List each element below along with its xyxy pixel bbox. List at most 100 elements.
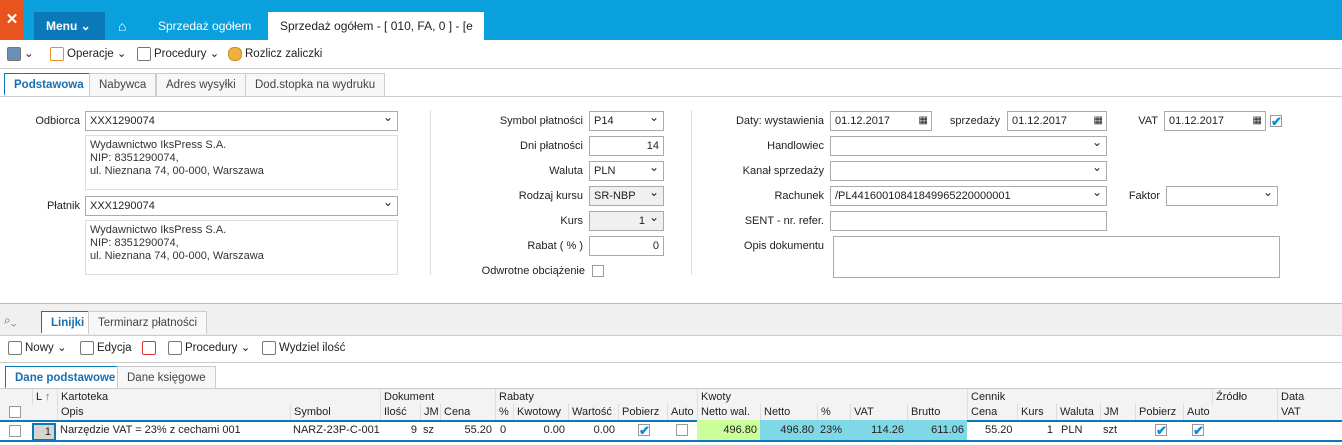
dni-input[interactable]: 14 — [589, 136, 664, 156]
menu-button[interactable]: Menu ⌄ — [34, 12, 105, 40]
tab-sprzedaz[interactable]: Sprzedaż ogółem — [158, 12, 251, 40]
cell-pobierz-checkbox[interactable]: ✔ — [638, 424, 650, 437]
tab-dane-podstawowe[interactable]: Dane podstawowe — [5, 366, 126, 389]
col-c-kurs[interactable]: Kurs — [1017, 404, 1056, 420]
tab-adres[interactable]: Adres wysyłki — [156, 73, 246, 96]
addr-line: NIP: 8351290074, — [90, 237, 179, 249]
platnik-select[interactable]: XXX1290074 — [85, 196, 398, 216]
coins-icon — [228, 46, 242, 61]
addr-line: Wydawnictwo IksPress S.A. — [90, 224, 227, 236]
col-brutto[interactable]: Brutto — [907, 404, 967, 420]
nowy-button[interactable]: Nowy ⌄ — [8, 338, 67, 358]
col-c-auto[interactable]: Auto — [1183, 404, 1212, 420]
rodzaj-label: Rodzaj kursu — [518, 190, 583, 202]
col-opis[interactable]: Opis — [57, 404, 290, 420]
app-logo-icon[interactable]: ✕ — [0, 0, 24, 40]
cell-c-waluta: PLN — [1061, 424, 1083, 436]
sent-input[interactable] — [830, 211, 1107, 231]
tab-dane-ksiegowe[interactable]: Dane księgowe — [117, 366, 216, 389]
kanal-select[interactable] — [830, 161, 1107, 181]
cell-c-pobierz-checkbox[interactable]: ✔ — [1155, 424, 1167, 437]
sort-up-icon[interactable]: ↑ — [42, 389, 51, 405]
group-cennik: Cennik — [967, 389, 1212, 405]
col-ilosc[interactable]: Ilość — [380, 404, 420, 420]
gear-doc-icon — [137, 46, 151, 61]
rozlicz-button[interactable]: Rozlicz zaliczki — [228, 44, 322, 64]
nowy-label: Nowy — [25, 342, 54, 354]
sprzedazy-date[interactable]: 01.12.2017 — [1007, 111, 1107, 131]
opis-textarea[interactable] — [833, 236, 1280, 278]
kanal-label: Kanał sprzedaży — [742, 165, 824, 177]
procedury-button[interactable]: Procedury ⌄ — [137, 44, 219, 64]
cell-netto-wal: 496.80 — [697, 420, 760, 440]
odbiorca-select[interactable]: XXX1290074 — [85, 111, 398, 131]
group-rabaty: Rabaty — [495, 389, 697, 405]
tab-terminarz[interactable]: Terminarz płatności — [88, 311, 208, 334]
tab-linijki[interactable]: Linijki — [41, 311, 95, 334]
col-netto-wal[interactable]: Netto wal. — [697, 404, 760, 420]
col-vat[interactable]: VAT — [850, 404, 907, 420]
odbiorca-address: Wydawnictwo IksPress S.A. NIP: 8351290074… — [85, 135, 398, 190]
lightning-icon — [50, 46, 64, 61]
row-checkbox[interactable] — [9, 425, 21, 437]
home-icon[interactable]: ⌂ — [118, 12, 138, 40]
col-c-cena[interactable]: Cena — [967, 404, 1017, 420]
col-symbol[interactable]: Symbol — [290, 404, 380, 420]
select-all-checkbox[interactable] — [9, 406, 21, 418]
col-kwotowy[interactable]: Kwotowy — [513, 404, 568, 420]
col-rabat-proc[interactable]: % — [495, 404, 513, 420]
col-cena[interactable]: Cena — [440, 404, 495, 420]
procedury-lower-label: Procedury — [185, 342, 238, 354]
kurs-input[interactable]: 1 — [589, 211, 664, 231]
operacje-button[interactable]: Operacje ⌄ — [50, 44, 127, 64]
waluta-select[interactable]: PLN — [589, 161, 664, 181]
group-dokument: Dokument — [380, 389, 495, 405]
sprzedazy-label: sprzedaży — [949, 115, 1000, 127]
platnik-label: Płatnik — [46, 200, 80, 212]
addr-line: ul. Nieznana 74, 00-000, Warszawa — [90, 250, 264, 262]
delete-button[interactable] — [142, 338, 159, 358]
symbol-select[interactable]: P14 — [589, 111, 664, 131]
faktor-select[interactable] — [1166, 186, 1278, 206]
rodzaj-select[interactable]: SR-NBP — [589, 186, 664, 206]
rachunek-select[interactable]: /PL44160010841849965220000001 — [830, 186, 1107, 206]
vat-label: VAT — [1138, 115, 1158, 127]
col-jm[interactable]: JM — [420, 404, 440, 420]
addr-line: NIP: 8351290074, — [90, 152, 179, 164]
col-vat-proc[interactable]: % — [817, 404, 850, 420]
rabat-input[interactable]: 0 — [589, 236, 664, 256]
vat-date[interactable]: 01.12.2017 — [1164, 111, 1266, 131]
col-auto[interactable]: Auto — [667, 404, 697, 420]
col-wartosc[interactable]: Wartość — [568, 404, 618, 420]
wystawienia-date[interactable]: 01.12.2017 — [830, 111, 932, 131]
cell-c-auto-checkbox[interactable]: ✔ — [1192, 424, 1204, 437]
cell-jm: sz — [423, 424, 434, 436]
cell-netto: 496.80 — [760, 420, 817, 440]
operacje-label: Operacje — [67, 48, 114, 60]
vat-date-checkbox[interactable]: ✔ — [1270, 115, 1282, 128]
wydziel-button[interactable]: Wydziel ilość — [262, 338, 345, 358]
kurs-label: Kurs — [560, 215, 583, 227]
view-options-icon[interactable]: ⌕⌄ — [4, 313, 16, 328]
procedury-lower-button[interactable]: Procedury ⌄ — [168, 338, 250, 358]
edycja-button[interactable]: Edycja — [80, 338, 132, 358]
table-row[interactable]: 1 Narzędzie VAT = 23% z cechami 001 NARZ… — [0, 420, 1342, 442]
cell-c-kurs: 1 — [1046, 424, 1053, 436]
col-c-jm[interactable]: JM — [1100, 404, 1135, 420]
grid-header: L ↑ Kartoteka Dokument Rabaty Kwoty Cenn… — [0, 388, 1342, 420]
col-netto[interactable]: Netto — [760, 404, 817, 420]
opis-label: Opis dokumentu — [743, 240, 824, 252]
tab-nabywca[interactable]: Nabywca — [89, 73, 157, 96]
col-c-waluta[interactable]: Waluta — [1056, 404, 1100, 420]
col-data-vat[interactable]: VAT — [1277, 404, 1342, 420]
col-c-pobierz[interactable]: Pobierz — [1135, 404, 1183, 420]
tab-document[interactable]: Sprzedaż ogółem - [ 010, FA, 0 ] - [e — [268, 12, 484, 40]
handlowiec-select[interactable] — [830, 136, 1107, 156]
tab-stopka[interactable]: Dod.stopka na wydruku — [245, 73, 386, 96]
tab-podstawowa[interactable]: Podstawowa — [4, 73, 94, 96]
col-pobierz[interactable]: Pobierz — [618, 404, 667, 420]
odwrotne-checkbox[interactable] — [592, 265, 604, 277]
cell-c-jm: szt — [1103, 424, 1118, 436]
cell-auto-checkbox[interactable] — [676, 424, 688, 436]
print-button[interactable]: ⌄ — [7, 44, 34, 64]
